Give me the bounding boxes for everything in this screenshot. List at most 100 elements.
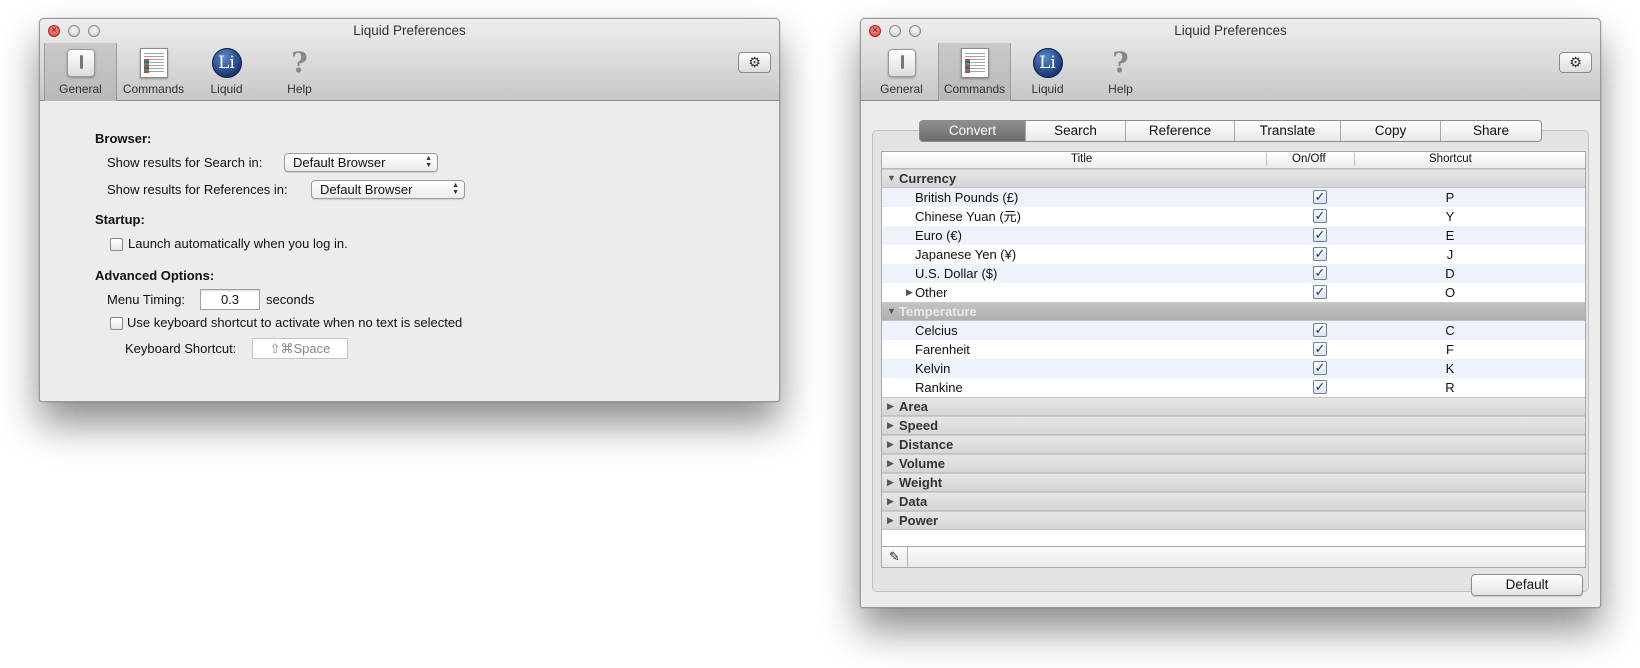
shortcut-key[interactable]: P xyxy=(1443,188,1457,207)
table-row[interactable]: ▶ Other ✓ O xyxy=(882,283,1585,302)
enabled-checkbox[interactable]: ✓ xyxy=(1313,266,1327,280)
table-row[interactable]: Euro (€) ✓ E xyxy=(882,226,1585,245)
column-header-shortcut[interactable]: Shortcut xyxy=(1429,153,1472,165)
group-row-power[interactable]: ▶ Power xyxy=(882,511,1585,530)
tab-search[interactable]: Search xyxy=(1026,121,1126,141)
shortcut-key[interactable]: R xyxy=(1443,378,1457,397)
launch-at-login-label[interactable]: Launch automatically when you log in. xyxy=(128,236,348,251)
commands-pane: Convert Search Reference Translate Copy … xyxy=(861,101,1600,607)
disclosure-collapsed-icon[interactable]: ▶ xyxy=(887,417,894,434)
group-row-volume[interactable]: ▶ Volume xyxy=(882,454,1585,473)
disclosure-expanded-icon[interactable]: ▼ xyxy=(887,303,896,320)
enabled-checkbox[interactable]: ✓ xyxy=(1313,247,1327,261)
enabled-checkbox[interactable]: ✓ xyxy=(1313,380,1327,394)
tab-translate[interactable]: Translate xyxy=(1235,121,1341,141)
column-header-title[interactable]: Title xyxy=(1071,153,1092,165)
table-row[interactable]: Kelvin ✓ K xyxy=(882,359,1585,378)
enabled-checkbox[interactable]: ✓ xyxy=(1313,342,1327,356)
preferences-window-commands: Liquid Preferences General Commands Li L… xyxy=(860,18,1601,608)
window-titlebar[interactable]: Liquid Preferences General Commands Li L… xyxy=(40,19,779,101)
group-row-currency[interactable]: ▼ Currency xyxy=(882,169,1585,188)
toolbar-item-commands[interactable]: Commands xyxy=(938,43,1011,101)
row-title: Kelvin xyxy=(915,361,951,376)
column-header-onoff[interactable]: On/Off xyxy=(1292,153,1326,165)
group-label: Area xyxy=(899,399,928,414)
edit-button[interactable]: ✎ xyxy=(882,547,908,567)
command-category-tabs: Convert Search Reference Translate Copy … xyxy=(919,120,1542,142)
toolbar-item-general[interactable]: General xyxy=(865,43,938,101)
enabled-checkbox[interactable]: ✓ xyxy=(1313,209,1327,223)
keyboard-shortcut-checkbox-label[interactable]: Use keyboard shortcut to activate when n… xyxy=(127,315,462,330)
menu-timing-label: Menu Timing: xyxy=(107,292,186,307)
shortcut-key[interactable]: E xyxy=(1443,226,1457,245)
enabled-checkbox[interactable]: ✓ xyxy=(1313,361,1327,375)
enabled-checkbox[interactable]: ✓ xyxy=(1313,323,1327,337)
group-label: Temperature xyxy=(899,304,977,319)
shortcut-key[interactable]: J xyxy=(1443,245,1457,264)
table-row[interactable]: Japanese Yen (¥) ✓ J xyxy=(882,245,1585,264)
toolbar-item-liquid[interactable]: Li Liquid xyxy=(1011,43,1084,101)
shortcut-key[interactable]: C xyxy=(1443,321,1457,340)
row-title: Japanese Yen (¥) xyxy=(915,247,1017,262)
table-row[interactable]: Farenheit ✓ F xyxy=(882,340,1585,359)
toolbar-label: Liquid xyxy=(210,82,243,96)
group-row-temperature[interactable]: ▼ Temperature xyxy=(882,302,1585,321)
group-label: Data xyxy=(899,494,928,509)
disclosure-expanded-icon[interactable]: ▼ xyxy=(887,170,896,187)
menu-timing-field[interactable]: 0.3 xyxy=(200,289,260,310)
group-row-speed[interactable]: ▶ Speed xyxy=(882,416,1585,435)
shortcut-key[interactable]: K xyxy=(1443,359,1457,378)
launch-at-login-checkbox[interactable] xyxy=(110,238,123,251)
table-row[interactable]: U.S. Dollar ($) ✓ D xyxy=(882,264,1585,283)
table-row[interactable]: Celcius ✓ C xyxy=(882,321,1585,340)
disclosure-collapsed-icon[interactable]: ▶ xyxy=(887,493,894,510)
group-row-distance[interactable]: ▶ Distance xyxy=(882,435,1585,454)
keyboard-shortcut-field[interactable]: ⇧⌘Space xyxy=(252,338,348,359)
toolbar-item-liquid[interactable]: Li Liquid xyxy=(190,43,263,101)
preferences-toolbar: General Commands Li Liquid ? Help xyxy=(44,43,336,101)
enabled-checkbox[interactable]: ✓ xyxy=(1313,190,1327,204)
action-gear-button[interactable]: ⚙ xyxy=(738,52,771,73)
toolbar-label: Help xyxy=(1108,82,1133,96)
references-browser-popup[interactable]: Default Browser ▲ ▼ xyxy=(311,180,465,199)
enabled-checkbox[interactable]: ✓ xyxy=(1313,228,1327,242)
shortcut-key[interactable]: Y xyxy=(1443,207,1457,226)
disclosure-collapsed-icon[interactable]: ▶ xyxy=(887,512,894,529)
group-row-area[interactable]: ▶ Area xyxy=(882,397,1585,416)
toolbar-item-general[interactable]: General xyxy=(44,43,117,101)
search-browser-popup[interactable]: Default Browser ▲ ▼ xyxy=(284,153,438,172)
table-row[interactable]: Chinese Yuan (元) ✓ Y xyxy=(882,207,1585,226)
toolbar-item-help[interactable]: ? Help xyxy=(263,43,336,101)
row-title: Euro (€) xyxy=(915,228,962,243)
disclosure-collapsed-icon[interactable]: ▶ xyxy=(906,283,913,302)
gear-icon: ⚙ xyxy=(748,54,761,70)
row-title: U.S. Dollar ($) xyxy=(915,266,998,281)
group-row-weight[interactable]: ▶ Weight xyxy=(882,473,1585,492)
disclosure-collapsed-icon[interactable]: ▶ xyxy=(887,398,894,415)
tab-convert[interactable]: Convert xyxy=(920,121,1026,141)
disclosure-collapsed-icon[interactable]: ▶ xyxy=(887,474,894,491)
shortcut-key[interactable]: D xyxy=(1443,264,1457,283)
shortcut-key[interactable]: O xyxy=(1443,283,1457,302)
help-icon: ? xyxy=(291,46,308,79)
keyboard-shortcut-checkbox[interactable] xyxy=(110,317,123,330)
group-label: Volume xyxy=(899,456,945,471)
disclosure-collapsed-icon[interactable]: ▶ xyxy=(887,455,894,472)
disclosure-collapsed-icon[interactable]: ▶ xyxy=(887,436,894,453)
browser-heading: Browser: xyxy=(95,131,152,146)
table-header: Title On/Off Shortcut xyxy=(882,152,1585,169)
default-button[interactable]: Default xyxy=(1471,574,1583,596)
shortcut-key[interactable]: F xyxy=(1443,340,1457,359)
row-title: British Pounds (£) xyxy=(915,190,1019,205)
toolbar-item-help[interactable]: ? Help xyxy=(1084,43,1157,101)
window-titlebar[interactable]: Liquid Preferences General Commands Li L… xyxy=(861,19,1600,101)
tab-reference[interactable]: Reference xyxy=(1126,121,1235,141)
enabled-checkbox[interactable]: ✓ xyxy=(1313,285,1327,299)
table-row[interactable]: British Pounds (£) ✓ P xyxy=(882,188,1585,207)
group-row-data[interactable]: ▶ Data xyxy=(882,492,1585,511)
tab-copy[interactable]: Copy xyxy=(1341,121,1441,141)
tab-share[interactable]: Share xyxy=(1441,121,1541,141)
toolbar-item-commands[interactable]: Commands xyxy=(117,43,190,101)
action-gear-button[interactable]: ⚙ xyxy=(1559,52,1592,73)
table-row[interactable]: Rankine ✓ R xyxy=(882,378,1585,397)
